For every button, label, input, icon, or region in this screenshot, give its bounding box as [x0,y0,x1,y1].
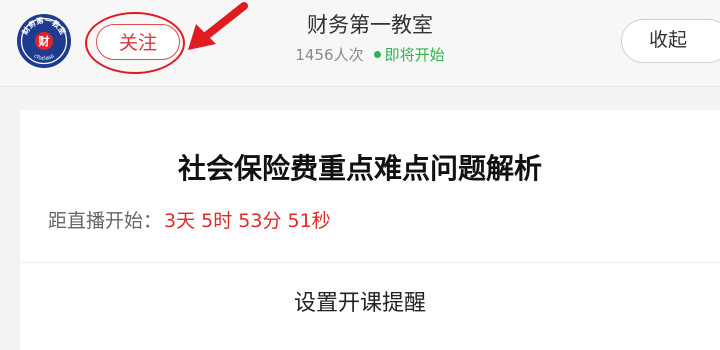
collapse-button[interactable]: 收起 [621,19,720,63]
divider [20,262,720,263]
follow-button[interactable]: 关注 [96,24,180,60]
room-header: 财务第一教室 cfoclass 财 关注 财务第一教室 1456人次 即将开始 收… [0,0,720,87]
room-title-block: 财务第一教室 1456人次 即将开始 [240,10,500,67]
svg-text:财: 财 [38,34,50,48]
channel-logo-icon[interactable]: 财务第一教室 cfoclass 财 [16,13,72,69]
collapse-button-label: 收起 [649,29,688,51]
viewer-count: 1456人次 [295,46,364,64]
set-reminder-label: 设置开课提醒 [293,291,426,316]
course-card: 社会保险费重点难点问题解析 距直播开始： 3天 5时 53分 51秒 设置开课提醒 [20,110,720,350]
countdown: 距直播开始： 3天 5时 53分 51秒 [48,207,331,235]
countdown-value: 3天 5时 53分 51秒 [164,210,331,232]
live-status-dot-icon [373,51,381,58]
follow-button-label: 关注 [118,32,157,54]
set-reminder-button[interactable]: 设置开课提醒 [20,288,700,320]
countdown-label: 距直播开始： [48,210,163,232]
course-title: 社会保险费重点难点问题解析 [177,152,542,185]
room-title: 财务第一教室 [307,13,433,37]
live-status: 即将开始 [384,46,445,64]
room-meta: 1456人次 即将开始 [240,43,500,67]
